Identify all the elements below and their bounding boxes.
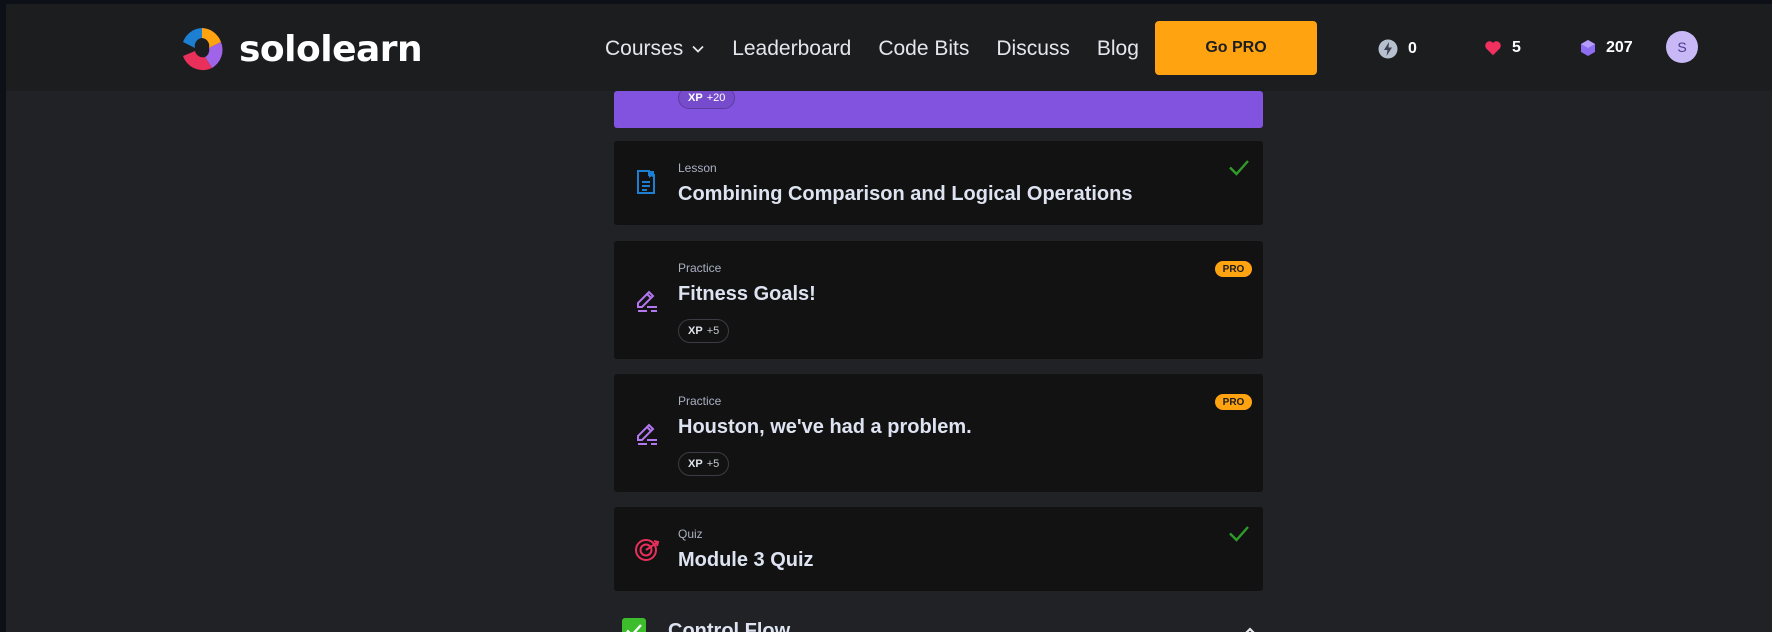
practice-card[interactable]: Practice PRO Houston, we've had a proble… bbox=[614, 374, 1263, 492]
quiz-card[interactable]: Quiz Module 3 Quiz bbox=[614, 507, 1263, 591]
streak-bolt-icon bbox=[1378, 39, 1398, 59]
app-window: sololearn Courses Leaderboard Code Bits … bbox=[6, 4, 1772, 632]
bits-count: 207 bbox=[1606, 39, 1633, 56]
main-nav: Courses Leaderboard Code Bits Discuss Bl… bbox=[605, 37, 1166, 61]
item-type: Quiz bbox=[678, 527, 703, 541]
item-title: Houston, we've had a problem. bbox=[678, 416, 972, 438]
item-type: Practice bbox=[678, 394, 722, 408]
lesson-card[interactable]: Lesson Combining Comparison and Logical … bbox=[614, 141, 1263, 225]
pencil-icon bbox=[637, 423, 657, 445]
pencil-icon bbox=[637, 290, 657, 312]
completed-check-icon bbox=[1229, 160, 1249, 176]
nav-discuss[interactable]: Discuss bbox=[996, 37, 1070, 61]
section-completed-check bbox=[622, 618, 646, 632]
chevron-down-icon bbox=[692, 45, 704, 53]
xp-label: XP bbox=[688, 325, 703, 337]
item-title: Module 3 Quiz bbox=[678, 549, 814, 571]
xp-value: +20 bbox=[706, 92, 726, 104]
xp-badge: XP +5 bbox=[678, 319, 730, 343]
nav-discuss-label: Discuss bbox=[996, 37, 1070, 60]
active-lesson-card[interactable]: XP +20 bbox=[614, 87, 1263, 128]
nav-code-bits[interactable]: Code Bits bbox=[878, 37, 969, 61]
nav-courses[interactable]: Courses bbox=[605, 37, 705, 61]
section-title: Control Flow bbox=[668, 620, 791, 632]
practice-card[interactable]: Practice PRO Fitness Goals! XP +5 bbox=[614, 241, 1263, 359]
streak-count: 0 bbox=[1408, 40, 1417, 57]
hearts-counter[interactable]: 5 bbox=[1484, 39, 1521, 57]
xp-value: +5 bbox=[706, 458, 720, 470]
sololearn-logo[interactable]: sololearn bbox=[177, 24, 423, 74]
nav-code-bits-label: Code Bits bbox=[878, 37, 970, 60]
chevron-up-icon[interactable] bbox=[1239, 622, 1261, 632]
item-title: Combining Comparison and Logical Operati… bbox=[678, 183, 1133, 205]
top-navbar: sololearn Courses Leaderboard Code Bits … bbox=[6, 4, 1772, 91]
sololearn-logo-icon bbox=[183, 28, 223, 71]
check-icon bbox=[626, 624, 642, 632]
nav-leaderboard[interactable]: Leaderboard bbox=[732, 37, 851, 61]
pro-badge: PRO bbox=[1215, 394, 1252, 410]
hearts-count: 5 bbox=[1512, 39, 1521, 56]
xp-value: +5 bbox=[706, 325, 720, 337]
brand-name: sololearn bbox=[239, 28, 423, 70]
item-title: Fitness Goals! bbox=[678, 283, 816, 305]
go-pro-button[interactable]: Go PRO bbox=[1155, 21, 1317, 75]
item-type: Lesson bbox=[678, 161, 717, 175]
nav-leaderboard-label: Leaderboard bbox=[732, 37, 852, 60]
nav-blog-label: Blog bbox=[1096, 37, 1139, 60]
nav-blog[interactable]: Blog bbox=[1097, 37, 1139, 61]
nav-courses-label: Courses bbox=[605, 37, 684, 60]
xp-label: XP bbox=[688, 458, 703, 470]
xp-label: XP bbox=[688, 92, 703, 104]
target-icon bbox=[635, 539, 660, 561]
streak-counter[interactable]: 0 bbox=[1378, 39, 1417, 59]
heart-icon bbox=[1485, 41, 1501, 56]
lesson-icon bbox=[637, 170, 655, 194]
item-type: Practice bbox=[678, 261, 722, 275]
bits-counter[interactable]: 207 bbox=[1580, 39, 1633, 57]
pro-badge: PRO bbox=[1215, 261, 1252, 277]
bits-cube-icon bbox=[1581, 40, 1595, 56]
xp-badge: XP +5 bbox=[678, 452, 730, 476]
completed-check-icon bbox=[1229, 526, 1249, 542]
user-avatar[interactable]: S bbox=[1666, 31, 1698, 63]
section-header-control-flow[interactable]: Control Flow bbox=[622, 618, 1262, 632]
